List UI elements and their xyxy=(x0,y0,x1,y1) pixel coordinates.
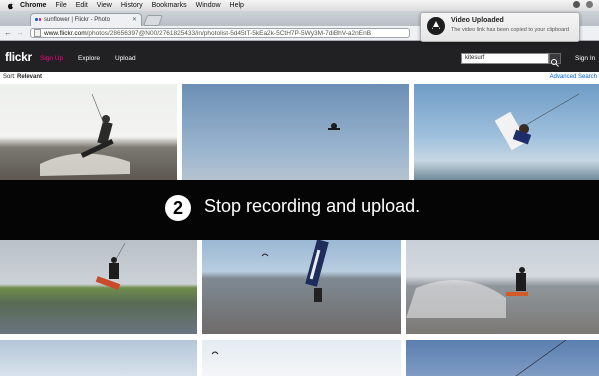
photo-tile[interactable] xyxy=(0,84,177,180)
sign-in-link[interactable]: Sign In xyxy=(575,55,595,62)
photo-tile[interactable] xyxy=(182,84,409,180)
page-icon xyxy=(34,29,41,37)
menu-app-chrome[interactable]: Chrome xyxy=(20,2,46,9)
instruction-text: Stop recording and upload. xyxy=(204,196,421,216)
menu-history[interactable]: History xyxy=(121,2,143,9)
kitesurfer-photo xyxy=(261,239,329,302)
notification-body: The video link has been copied to your c… xyxy=(451,27,570,33)
address-bar[interactable]: www.flickr.com /photos/28656397@N00/2761… xyxy=(30,28,410,38)
tab-title: sunflower | Flickr - Photo xyxy=(44,17,110,23)
kite-photo xyxy=(211,351,219,355)
kitesurfer-photo xyxy=(406,267,528,318)
menu-file[interactable]: File xyxy=(55,2,66,9)
flickr-header: flickr Sign Up Explore Upload kitesurf S… xyxy=(0,41,599,72)
instruction-banner: 2 Stop recording and upload. xyxy=(0,180,599,240)
kitesurfer-photo xyxy=(328,123,340,130)
sort-dropdown[interactable]: Relevant xyxy=(17,74,42,80)
step-number-badge: 2 xyxy=(165,195,191,221)
kitesurfer-photo xyxy=(95,242,126,290)
apple-icon[interactable] xyxy=(6,2,14,10)
flickr-logo[interactable]: flickr xyxy=(5,50,32,64)
forward-arrow-icon[interactable]: → xyxy=(16,29,24,37)
photo-tile[interactable] xyxy=(406,340,599,376)
sort-bar: Sort: Relevant Advanced Search xyxy=(0,72,599,84)
kite-photo xyxy=(515,340,567,376)
url-path: /photos/28656397@N00/2761825433/in/photo… xyxy=(86,29,372,37)
kitesurfer-photo xyxy=(494,93,580,151)
search-icon xyxy=(551,59,559,67)
flickr-favicon-icon xyxy=(35,18,41,22)
menu-view[interactable]: View xyxy=(97,2,112,9)
advanced-search-link[interactable]: Advanced Search xyxy=(550,74,597,80)
search-button[interactable] xyxy=(549,53,561,67)
browser-tab[interactable]: sunflower | Flickr - Photo ✕ xyxy=(30,13,142,26)
status-sync-icon[interactable] xyxy=(586,1,593,8)
menu-window[interactable]: Window xyxy=(196,2,221,9)
status-app-icon[interactable] xyxy=(573,1,580,8)
nav-sign-up[interactable]: Sign Up xyxy=(40,55,63,62)
tab-close-icon[interactable]: ✕ xyxy=(132,16,137,23)
photo-tile[interactable] xyxy=(202,340,401,376)
photo-tile[interactable] xyxy=(0,340,197,376)
nav-upload[interactable]: Upload xyxy=(115,55,136,62)
menu-help[interactable]: Help xyxy=(230,2,244,9)
nav-explore[interactable]: Explore xyxy=(78,55,100,62)
photo-grid: 2 Stop recording and upload. xyxy=(0,84,599,376)
search-input[interactable]: kitesurf xyxy=(461,53,549,64)
upload-notification[interactable]: Video Uploaded The video link has been c… xyxy=(420,12,580,42)
menu-bookmarks[interactable]: Bookmarks xyxy=(152,2,187,9)
sort-label: Sort: xyxy=(3,74,16,80)
photo-tile[interactable] xyxy=(0,238,197,334)
back-arrow-icon[interactable]: ← xyxy=(4,29,12,37)
menu-edit[interactable]: Edit xyxy=(76,2,88,9)
notification-title: Video Uploaded xyxy=(451,17,504,24)
photo-tile[interactable] xyxy=(202,238,401,334)
kitesurfer-photo xyxy=(40,93,130,176)
photo-tile[interactable] xyxy=(414,84,599,180)
url-host: www.flickr.com xyxy=(44,29,87,37)
notification-app-icon xyxy=(427,17,445,35)
photo-tile[interactable] xyxy=(406,238,599,334)
new-tab-button[interactable] xyxy=(142,15,164,26)
